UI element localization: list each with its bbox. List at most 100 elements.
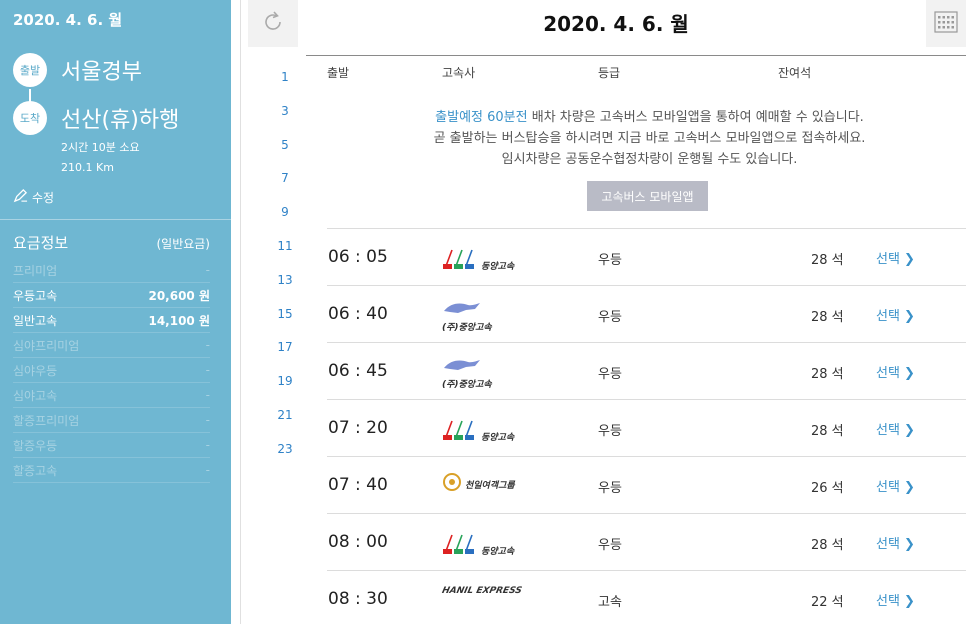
hour-index: 1 3 5 7 9 11 13 15 17 19 21 23	[262, 70, 308, 476]
bus-grade: 우등	[598, 253, 622, 268]
select-button[interactable]: 선택 ❯	[876, 305, 915, 324]
select-button[interactable]: 선택 ❯	[876, 590, 915, 609]
fare-type: (일반요금)	[156, 237, 210, 251]
company-cell: 동양고속	[442, 244, 532, 274]
hour-link[interactable]: 17	[262, 340, 308, 374]
chevron-right-icon: ❯	[899, 252, 915, 267]
hour-link[interactable]: 13	[262, 273, 308, 307]
hour-link[interactable]: 7	[262, 171, 308, 205]
bus-grade: 고속	[598, 595, 622, 610]
select-button[interactable]: 선택 ❯	[876, 533, 915, 552]
chevron-right-icon: ❯	[899, 423, 915, 438]
remaining-seats: 26 석	[811, 481, 844, 496]
company-name: HANIL EXPRESS	[440, 586, 523, 596]
fare-value: 14,100 원	[148, 313, 210, 328]
bus-grade: 우등	[598, 367, 622, 382]
fare-label: 할증우등	[13, 438, 58, 453]
company-cell: 천일여객그룹	[442, 472, 532, 502]
select-button[interactable]: 선택 ❯	[876, 419, 915, 438]
schedule-row: 06 : 05 동양고속 우등 28 석 선택 ❯	[327, 228, 966, 285]
hour-link[interactable]: 21	[262, 408, 308, 442]
select-label: 선택	[876, 423, 900, 438]
hour-link[interactable]: 23	[262, 442, 308, 476]
company-cell: (주)중앙고속	[442, 301, 532, 334]
hour-link[interactable]: 5	[262, 138, 308, 172]
fare-row: 우등고속 20,600 원	[13, 283, 210, 308]
company-cell: HANIL EXPRESS	[440, 586, 532, 616]
mobile-app-button[interactable]: 고속버스 모바일앱	[587, 181, 708, 211]
dongyang-logo-mark	[443, 249, 474, 269]
company-cell: (주)중앙고속	[442, 358, 532, 391]
hour-link[interactable]: 19	[262, 374, 308, 408]
column-seats: 잔여석	[778, 66, 812, 80]
select-button[interactable]: 선택 ❯	[876, 362, 915, 381]
fare-label: 심야우등	[13, 363, 58, 378]
edit-route-button[interactable]: 수정	[13, 188, 54, 206]
greyhound-mark	[444, 360, 480, 370]
notice-line2: 곧 출발하는 버스탑승을 하시려면 지금 바로 고속버스 모바일앱으로 접속하세…	[433, 131, 866, 146]
notice-line1: 배차 차량은 고속버스 모바일앱을 통하여 예매할 수 있습니다.	[527, 110, 864, 125]
hour-link[interactable]: 1	[262, 70, 308, 104]
remaining-seats: 28 석	[811, 424, 844, 439]
arrival-terminal: 선산(휴)하행	[61, 108, 180, 133]
column-depart: 출발	[327, 66, 350, 80]
select-button[interactable]: 선택 ❯	[876, 476, 915, 495]
edit-route-label: 수정	[32, 190, 55, 205]
pencil-icon	[13, 188, 28, 206]
departure-time: 06 : 05	[328, 247, 388, 267]
company-cell: 동양고속	[442, 415, 532, 445]
remaining-seats: 28 석	[811, 310, 844, 325]
column-grade: 등급	[598, 66, 621, 80]
gutter-border	[240, 0, 241, 624]
remaining-seats: 28 석	[811, 253, 844, 268]
hour-link[interactable]: 9	[262, 205, 308, 239]
company-name: (주)중앙고속	[442, 323, 492, 333]
fare-row: 할증우등 -	[13, 433, 210, 458]
dongyang-logo: 동양고속	[442, 415, 532, 444]
dongyang-logo-mark	[443, 534, 474, 554]
fare-label: 우등고속	[13, 288, 58, 303]
dongyang-logo: 동양고속	[442, 244, 532, 273]
fare-row: 할증프리미엄 -	[13, 408, 210, 433]
departure-time: 08 : 00	[328, 532, 388, 552]
cheonil-logo: 천일여객그룹	[442, 472, 532, 492]
select-label: 선택	[876, 366, 900, 381]
fare-value: -	[205, 438, 210, 452]
select-label: 선택	[876, 537, 900, 552]
refresh-button[interactable]	[248, 0, 298, 47]
company-name: 동양고속	[481, 262, 515, 272]
departure-time: 06 : 40	[328, 304, 388, 324]
schedule-row: 07 : 40 천일여객그룹 우등 26 석 선택 ❯	[327, 456, 966, 513]
fare-row: 심야고속 -	[13, 383, 210, 408]
select-button[interactable]: 선택 ❯	[876, 248, 915, 267]
fare-label: 심야프리미엄	[13, 338, 80, 353]
column-company: 고속사	[442, 66, 476, 80]
hour-link[interactable]: 3	[262, 104, 308, 138]
arrival-row: 도착 선산(휴)하행	[13, 101, 179, 135]
fare-value: -	[205, 413, 210, 427]
calendar-button[interactable]	[926, 0, 966, 47]
jungang-logo: (주)중앙고속	[442, 358, 532, 391]
chevron-right-icon: ❯	[899, 594, 915, 609]
notice-line3: 임시차량은 공동운수협정차량이 운행될 수도 있습니다.	[501, 152, 798, 167]
schedule-row: 06 : 45 (주)중앙고속 우등 28 석 선택 ❯	[327, 342, 966, 399]
bus-grade: 우등	[598, 310, 622, 325]
hour-link[interactable]: 15	[262, 307, 308, 341]
fare-value: 20,600 원	[148, 288, 210, 303]
fare-value: -	[205, 388, 210, 402]
fare-label: 할증고속	[13, 463, 58, 478]
bus-grade: 우등	[598, 481, 622, 496]
fare-header: 요금정보 (일반요금)	[13, 232, 210, 253]
travel-duration: 2시간 10분 소요	[61, 141, 140, 154]
hour-link[interactable]: 11	[262, 239, 308, 273]
remaining-seats: 28 석	[811, 538, 844, 553]
sidebar-date: 2020. 4. 6. 월	[13, 11, 123, 29]
fare-row: 심야프리미엄 -	[13, 333, 210, 358]
fare-title: 요금정보	[13, 234, 69, 252]
departure-time: 07 : 40	[328, 475, 388, 495]
fare-row: 프리미엄 -	[13, 258, 210, 283]
schedule-row: 06 : 40 (주)중앙고속 우등 28 석 선택 ❯	[327, 285, 966, 342]
jungang-logo: (주)중앙고속	[442, 301, 532, 334]
bus-grade: 우등	[598, 424, 622, 439]
dongyang-logo-mark	[443, 420, 474, 440]
